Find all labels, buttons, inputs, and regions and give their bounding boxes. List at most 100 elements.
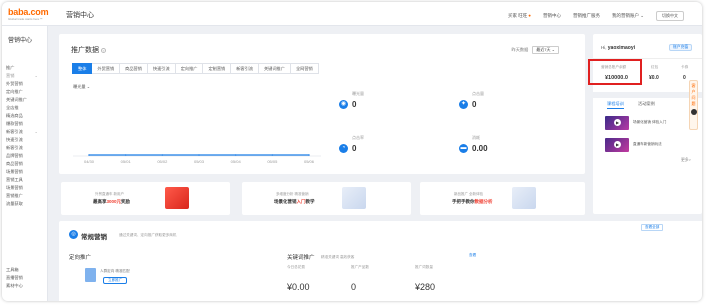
kpi-item: ▬ 消耗 0.00 bbox=[459, 135, 488, 153]
sidebar-item[interactable]: 新客引流 bbox=[6, 144, 46, 152]
sidebar-item-label: 外贸营销 bbox=[6, 81, 23, 86]
sidebar-item-label: 新客引流 bbox=[6, 129, 23, 134]
sidebar-item[interactable]: 营销推广 bbox=[6, 192, 46, 200]
data-point bbox=[124, 154, 127, 156]
banner-headline: 最高享3000元奖励 bbox=[93, 199, 131, 204]
x-tick-label: 05/04 bbox=[231, 159, 242, 164]
tab-cases[interactable]: 活动案例 bbox=[638, 101, 655, 107]
top-nav-services[interactable]: 营销推广服务 bbox=[573, 13, 600, 19]
sidebar-item[interactable]: 品牌营销 bbox=[6, 152, 46, 160]
keyword-view-link[interactable]: 查看 bbox=[469, 253, 476, 258]
sidebar-item[interactable]: 爆款营销 bbox=[6, 120, 46, 128]
banner-illustration bbox=[165, 187, 189, 209]
sidebar-item-label: 营销推广 bbox=[6, 193, 23, 198]
sidebar-bottom-menu: 工具箱 直播营销 素材中心 bbox=[6, 266, 46, 290]
sidebar-item[interactable]: 全店推 bbox=[6, 104, 46, 112]
cursor-icon: ◔ bbox=[339, 144, 348, 153]
kpi-value: 0.00 bbox=[472, 144, 488, 153]
sidebar-item[interactable]: 工具箱 bbox=[6, 266, 46, 274]
keyword-stat-value: ¥280 bbox=[415, 282, 436, 292]
data-point bbox=[198, 154, 200, 156]
x-tick-label: 04/30 bbox=[84, 159, 95, 164]
date-range-select[interactable]: 最近7天 ⌄ bbox=[532, 46, 559, 54]
logo-tagline: Global trade starts here™ bbox=[8, 17, 43, 21]
sidebar-item[interactable]: 推广 bbox=[6, 64, 46, 72]
sidebar-item[interactable]: 营销工具 bbox=[6, 176, 46, 184]
sidebar-item[interactable]: 精选商品 bbox=[6, 112, 46, 120]
chevron-down-icon: ⌄ bbox=[34, 73, 38, 78]
banner-caption: 外贸直通车 新用户 bbox=[95, 192, 124, 196]
keyword-stat-label: 推广产品数 bbox=[351, 265, 369, 269]
x-tick-label: 05/01 bbox=[121, 159, 132, 164]
regular-marketing-subtitle: 通过关键词、定向推广获取更多商机 bbox=[119, 233, 177, 237]
banner-caption: 多维度分析 精准营销 bbox=[276, 192, 309, 196]
sidebar-item[interactable]: 快速引流 bbox=[6, 136, 46, 144]
sidebar-item[interactable]: 定向推广 bbox=[6, 88, 46, 96]
sidebar-item[interactable]: 新客引流 ⌄ bbox=[6, 128, 46, 136]
card-label: 卡券 bbox=[681, 65, 689, 69]
data-point bbox=[271, 154, 274, 156]
sidebar-item[interactable]: 商品营销 bbox=[6, 160, 46, 168]
sidebar-item[interactable]: 场景营销 bbox=[6, 168, 46, 176]
play-icon: ▶ bbox=[614, 141, 621, 148]
x-tick-label: 05/06 bbox=[304, 159, 315, 164]
kpi-value: 0 bbox=[472, 100, 477, 109]
click-icon: ✦ bbox=[459, 100, 468, 109]
date-range: 昨天数据 最近7天 ⌄ bbox=[512, 46, 559, 54]
recharge-badge[interactable]: 账户充值 bbox=[669, 44, 693, 51]
sidebar-home[interactable]: 营销中心 bbox=[8, 35, 32, 44]
sidebar-item[interactable]: 关键词推广 bbox=[6, 96, 46, 104]
chevron-down-icon: ⌄ bbox=[640, 13, 644, 18]
balance-highlight-box bbox=[588, 59, 642, 85]
sidebar-item[interactable]: 素材中心 bbox=[6, 282, 46, 290]
sidebar-menu: 推广 营销 ⌄ 外贸营销 定向推广 关键词推广 全店推 精选商品 爆款营销 新客引流 ⌄ 快速引流 新客… bbox=[6, 64, 46, 208]
top-nav-account[interactable]: 我的营销账户 ⌄ bbox=[612, 13, 644, 19]
banner-caption: 新品推广 全新体验 bbox=[454, 192, 483, 196]
eye-icon: ◉ bbox=[339, 100, 348, 109]
banner-illustration bbox=[342, 187, 366, 209]
sidebar-item-label: 快速引流 bbox=[6, 137, 23, 142]
logo[interactable]: baba.com Global trade starts here™ bbox=[8, 8, 49, 22]
sidebar-item[interactable]: 营销 ⌄ bbox=[6, 72, 46, 80]
x-tick-label: 05/02 bbox=[157, 159, 168, 164]
app-title: 营销中心 bbox=[66, 12, 94, 19]
data-point bbox=[88, 154, 90, 156]
regular-marketing-title: 常规营销 bbox=[81, 234, 107, 241]
customer-service-strip[interactable]: 客户问题 bbox=[689, 80, 698, 130]
course-thumbnail[interactable]: ▶ bbox=[605, 138, 629, 152]
promo-banner[interactable]: 多维度分析 精准营销 场景化营销入门教学 bbox=[242, 182, 411, 215]
top-nav-marketing[interactable]: 营销中心 bbox=[543, 13, 561, 19]
card-value: 0 bbox=[683, 75, 686, 81]
sidebar-item-label: 场景营销 bbox=[6, 169, 23, 174]
sidebar: 营销中心 推广 营销 ⌄ 外贸营销 定向推广 关键词推广 全店推 精选商品 爆款营销 新客引流 ⌄ 快… bbox=[2, 26, 48, 301]
more-link[interactable]: 更多> bbox=[681, 158, 691, 163]
course-title[interactable]: 场景化营销 体验入门 bbox=[633, 120, 693, 125]
sidebar-item-label: 关键词推广 bbox=[6, 97, 27, 102]
account-username: yaoximaoyi bbox=[607, 45, 636, 51]
x-tick-label: 05/05 bbox=[267, 159, 278, 164]
document-icon bbox=[85, 268, 96, 282]
sidebar-item[interactable]: 流量获取 bbox=[6, 200, 46, 208]
sidebar-item[interactable]: 场景营销 bbox=[6, 184, 46, 192]
banner-illustration bbox=[512, 187, 536, 209]
top-nav: 买家 旺旺● 营销中心 营销推广服务 我的营销账户 ⌄ 切换中文 bbox=[508, 11, 684, 21]
sidebar-item-label: 推广 bbox=[6, 65, 15, 70]
keyword-stat: 推广产品数 0 bbox=[351, 265, 369, 292]
course-title[interactable]: 直通车新营销玩法 bbox=[633, 142, 693, 147]
language-switch-button[interactable]: 切换中文 bbox=[656, 11, 684, 21]
direct-promotion-button[interactable]: 立即推广 bbox=[103, 277, 128, 284]
sidebar-item[interactable]: 直播营销 bbox=[6, 274, 46, 282]
tab-courses[interactable]: 课程培训 bbox=[607, 101, 624, 109]
view-all-button[interactable]: 查看全部 bbox=[641, 224, 664, 231]
keyword-stat: 推广词数量 ¥280 bbox=[415, 265, 435, 292]
kpi-value: 0 bbox=[352, 100, 357, 109]
sidebar-item-label: 品牌营销 bbox=[6, 153, 23, 158]
divider bbox=[593, 92, 702, 98]
course-thumbnail[interactable]: ▶ bbox=[605, 116, 629, 130]
top-nav-messages[interactable]: 买家 旺旺● bbox=[508, 13, 531, 19]
play-icon: ▶ bbox=[614, 119, 621, 126]
promo-banner[interactable]: 外贸直通车 新用户最高享3000元奖励 bbox=[61, 182, 230, 215]
promo-banner[interactable]: 新品推广 全新体验 手把手教你数据分析 bbox=[420, 182, 585, 215]
sidebar-item[interactable]: 外贸营销 bbox=[6, 80, 46, 88]
direct-promotion-title: 定向推广 bbox=[69, 255, 92, 261]
